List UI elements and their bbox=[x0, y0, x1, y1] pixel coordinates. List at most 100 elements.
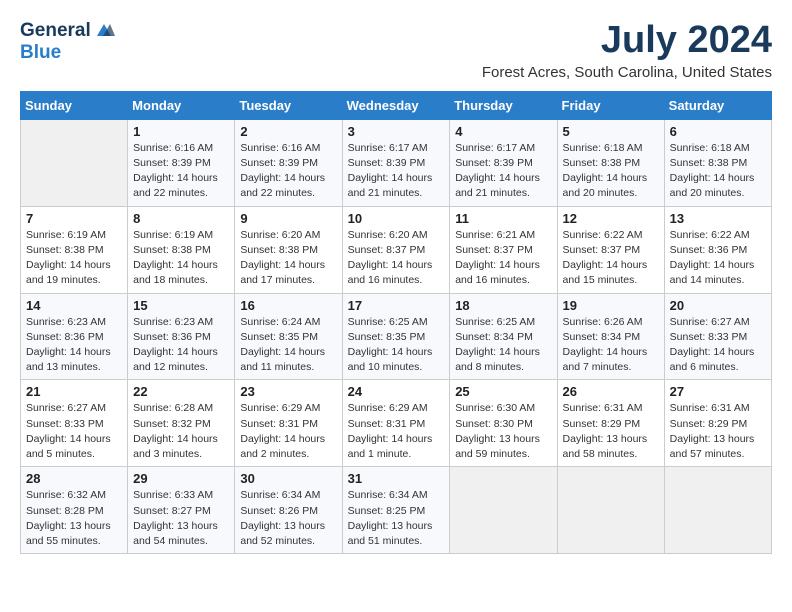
day-header-sunday: Sunday bbox=[21, 91, 128, 119]
day-number: 25 bbox=[455, 384, 551, 399]
day-number: 19 bbox=[563, 298, 659, 313]
calendar-subtitle: Forest Acres, South Carolina, United Sta… bbox=[482, 64, 772, 81]
day-number: 30 bbox=[240, 471, 336, 486]
day-number: 5 bbox=[563, 124, 659, 139]
day-info: Sunrise: 6:28 AMSunset: 8:32 PMDaylight:… bbox=[133, 401, 229, 462]
calendar-cell: 2 Sunrise: 6:16 AMSunset: 8:39 PMDaylight… bbox=[235, 119, 342, 206]
day-info: Sunrise: 6:23 AMSunset: 8:36 PMDaylight:… bbox=[133, 315, 229, 376]
calendar-cell: 28Sunrise: 6:32 AMSunset: 8:28 PMDayligh… bbox=[21, 467, 128, 554]
day-info: Sunrise: 6:25 AMSunset: 8:34 PMDaylight:… bbox=[455, 315, 551, 376]
day-info: Sunrise: 6:16 AMSunset: 8:39 PMDaylight:… bbox=[240, 141, 336, 202]
day-info: Sunrise: 6:27 AMSunset: 8:33 PMDaylight:… bbox=[26, 401, 122, 462]
calendar-cell: 1Sunrise: 6:16 AMSunset: 8:39 PMDaylight… bbox=[128, 119, 235, 206]
calendar-cell: 16Sunrise: 6:24 AMSunset: 8:35 PMDayligh… bbox=[235, 293, 342, 380]
day-info: Sunrise: 6:27 AMSunset: 8:33 PMDaylight:… bbox=[670, 315, 766, 376]
calendar-cell: 27 Sunrise: 6:31 AMSunset: 8:29 PMDayligh… bbox=[664, 380, 771, 467]
day-info: Sunrise: 6:26 AMSunset: 8:34 PMDaylight:… bbox=[563, 315, 659, 376]
calendar-cell: 31 Sunrise: 6:34 AMSunset: 8:25 PMDayligh… bbox=[342, 467, 450, 554]
day-info: Sunrise: 6:18 AMSunset: 8:38 PMDaylight:… bbox=[670, 141, 766, 202]
day-number: 29 bbox=[133, 471, 229, 486]
calendar-cell: 11 Sunrise: 6:21 AMSunset: 8:37 PMDayligh… bbox=[450, 206, 557, 293]
day-info: Sunrise: 6:21 AMSunset: 8:37 PMDaylight:… bbox=[455, 228, 551, 289]
day-info: Sunrise: 6:23 AMSunset: 8:36 PMDaylight:… bbox=[26, 315, 122, 376]
day-number: 16 bbox=[240, 298, 336, 313]
day-number: 14 bbox=[26, 298, 122, 313]
day-number: 13 bbox=[670, 211, 766, 226]
calendar-cell: 5 Sunrise: 6:18 AMSunset: 8:38 PMDaylight… bbox=[557, 119, 664, 206]
calendar-cell: 21 Sunrise: 6:27 AMSunset: 8:33 PMDayligh… bbox=[21, 380, 128, 467]
day-info: Sunrise: 6:16 AMSunset: 8:39 PMDaylight:… bbox=[133, 141, 229, 202]
calendar-cell: 8 Sunrise: 6:19 AMSunset: 8:38 PMDaylight… bbox=[128, 206, 235, 293]
day-header-tuesday: Tuesday bbox=[235, 91, 342, 119]
day-info: Sunrise: 6:30 AMSunset: 8:30 PMDaylight:… bbox=[455, 401, 551, 462]
day-header-wednesday: Wednesday bbox=[342, 91, 450, 119]
day-number: 27 bbox=[670, 384, 766, 399]
day-info: Sunrise: 6:34 AMSunset: 8:25 PMDaylight:… bbox=[348, 488, 445, 549]
week-row-5: 28Sunrise: 6:32 AMSunset: 8:28 PMDayligh… bbox=[21, 467, 772, 554]
calendar-cell: 10Sunrise: 6:20 AMSunset: 8:37 PMDayligh… bbox=[342, 206, 450, 293]
day-info: Sunrise: 6:29 AMSunset: 8:31 PMDaylight:… bbox=[240, 401, 336, 462]
days-header-row: SundayMondayTuesdayWednesdayThursdayFrid… bbox=[21, 91, 772, 119]
calendar-cell bbox=[664, 467, 771, 554]
calendar-cell: 22 Sunrise: 6:28 AMSunset: 8:32 PMDayligh… bbox=[128, 380, 235, 467]
week-row-3: 14 Sunrise: 6:23 AMSunset: 8:36 PMDayligh… bbox=[21, 293, 772, 380]
calendar-cell: 29 Sunrise: 6:33 AMSunset: 8:27 PMDayligh… bbox=[128, 467, 235, 554]
day-number: 15 bbox=[133, 298, 229, 313]
calendar-title: July 2024 bbox=[482, 20, 772, 62]
day-info: Sunrise: 6:18 AMSunset: 8:38 PMDaylight:… bbox=[563, 141, 659, 202]
day-number: 11 bbox=[455, 211, 551, 226]
day-info: Sunrise: 6:20 AMSunset: 8:38 PMDaylight:… bbox=[240, 228, 336, 289]
day-header-saturday: Saturday bbox=[664, 91, 771, 119]
calendar-cell: 13 Sunrise: 6:22 AMSunset: 8:36 PMDayligh… bbox=[664, 206, 771, 293]
calendar-cell: 14 Sunrise: 6:23 AMSunset: 8:36 PMDayligh… bbox=[21, 293, 128, 380]
calendar-cell bbox=[450, 467, 557, 554]
day-number: 7 bbox=[26, 211, 122, 226]
day-number: 26 bbox=[563, 384, 659, 399]
day-info: Sunrise: 6:34 AMSunset: 8:26 PMDaylight:… bbox=[240, 488, 336, 549]
day-info: Sunrise: 6:31 AMSunset: 8:29 PMDaylight:… bbox=[670, 401, 766, 462]
calendar-cell: 30 Sunrise: 6:34 AMSunset: 8:26 PMDayligh… bbox=[235, 467, 342, 554]
day-number: 4 bbox=[455, 124, 551, 139]
day-info: Sunrise: 6:19 AMSunset: 8:38 PMDaylight:… bbox=[26, 228, 122, 289]
logo-blue: Blue bbox=[20, 42, 61, 63]
logo-general: General bbox=[20, 20, 91, 42]
calendar-cell: 17Sunrise: 6:25 AMSunset: 8:35 PMDayligh… bbox=[342, 293, 450, 380]
day-header-thursday: Thursday bbox=[450, 91, 557, 119]
day-header-friday: Friday bbox=[557, 91, 664, 119]
calendar-cell: 7 Sunrise: 6:19 AMSunset: 8:38 PMDaylight… bbox=[21, 206, 128, 293]
day-number: 3 bbox=[348, 124, 445, 139]
calendar-cell: 26 Sunrise: 6:31 AMSunset: 8:29 PMDayligh… bbox=[557, 380, 664, 467]
week-row-2: 7 Sunrise: 6:19 AMSunset: 8:38 PMDaylight… bbox=[21, 206, 772, 293]
day-info: Sunrise: 6:17 AMSunset: 8:39 PMDaylight:… bbox=[348, 141, 445, 202]
day-info: Sunrise: 6:33 AMSunset: 8:27 PMDaylight:… bbox=[133, 488, 229, 549]
day-info: Sunrise: 6:19 AMSunset: 8:38 PMDaylight:… bbox=[133, 228, 229, 289]
calendar-cell: 18 Sunrise: 6:25 AMSunset: 8:34 PMDayligh… bbox=[450, 293, 557, 380]
calendar-cell: 19 Sunrise: 6:26 AMSunset: 8:34 PMDayligh… bbox=[557, 293, 664, 380]
day-info: Sunrise: 6:17 AMSunset: 8:39 PMDaylight:… bbox=[455, 141, 551, 202]
calendar-cell: 9Sunrise: 6:20 AMSunset: 8:38 PMDaylight… bbox=[235, 206, 342, 293]
title-area: July 2024 Forest Acres, South Carolina, … bbox=[482, 20, 772, 81]
day-number: 8 bbox=[133, 211, 229, 226]
calendar-cell: 25 Sunrise: 6:30 AMSunset: 8:30 PMDayligh… bbox=[450, 380, 557, 467]
day-info: Sunrise: 6:29 AMSunset: 8:31 PMDaylight:… bbox=[348, 401, 445, 462]
day-number: 2 bbox=[240, 124, 336, 139]
calendar-cell bbox=[557, 467, 664, 554]
calendar-cell: 23Sunrise: 6:29 AMSunset: 8:31 PMDayligh… bbox=[235, 380, 342, 467]
calendar-cell: 4 Sunrise: 6:17 AMSunset: 8:39 PMDaylight… bbox=[450, 119, 557, 206]
day-number: 17 bbox=[348, 298, 445, 313]
day-info: Sunrise: 6:22 AMSunset: 8:36 PMDaylight:… bbox=[670, 228, 766, 289]
day-number: 22 bbox=[133, 384, 229, 399]
day-number: 21 bbox=[26, 384, 122, 399]
logo: General Blue bbox=[20, 20, 115, 64]
header: General Blue July 2024 Forest Acres, Sou… bbox=[20, 20, 772, 81]
day-info: Sunrise: 6:31 AMSunset: 8:29 PMDaylight:… bbox=[563, 401, 659, 462]
day-number: 24 bbox=[348, 384, 445, 399]
calendar-cell: 12Sunrise: 6:22 AMSunset: 8:37 PMDayligh… bbox=[557, 206, 664, 293]
logo-icon bbox=[93, 22, 115, 40]
day-number: 18 bbox=[455, 298, 551, 313]
week-row-4: 21 Sunrise: 6:27 AMSunset: 8:33 PMDayligh… bbox=[21, 380, 772, 467]
day-number: 20 bbox=[670, 298, 766, 313]
day-number: 6 bbox=[670, 124, 766, 139]
day-number: 31 bbox=[348, 471, 445, 486]
calendar-cell: 6 Sunrise: 6:18 AMSunset: 8:38 PMDaylight… bbox=[664, 119, 771, 206]
